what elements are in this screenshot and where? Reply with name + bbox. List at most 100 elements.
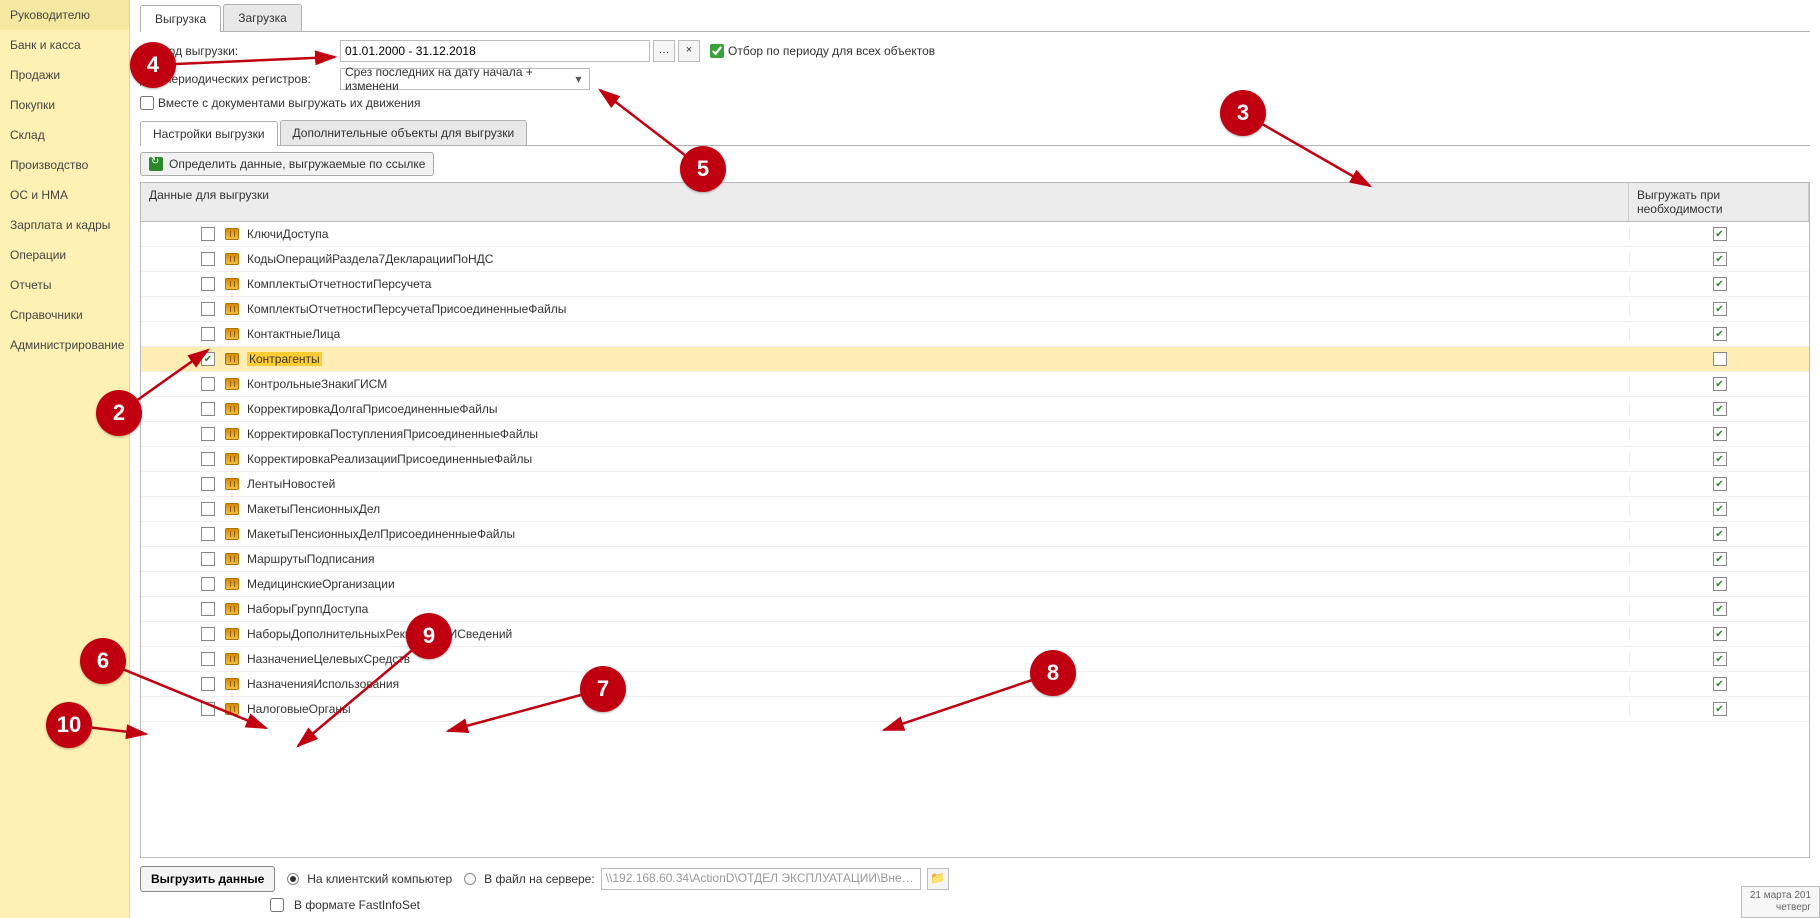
filter-period-all-label: Отбор по периоду для всех объектов xyxy=(728,44,935,58)
row-necessity-checkbox[interactable] xyxy=(1713,277,1727,291)
row-select-checkbox[interactable] xyxy=(201,277,215,291)
sidebar-item-payroll[interactable]: Зарплата и кадры xyxy=(0,210,129,240)
row-necessity-checkbox[interactable] xyxy=(1713,252,1727,266)
table-row[interactable]: КомплектыОтчетностиПерсучета xyxy=(141,272,1809,297)
row-select-checkbox[interactable] xyxy=(201,577,215,591)
row-necessity-checkbox[interactable] xyxy=(1713,352,1727,366)
row-necessity-checkbox[interactable] xyxy=(1713,702,1727,716)
row-necessity-checkbox[interactable] xyxy=(1713,577,1727,591)
tab-import[interactable]: Загрузка xyxy=(223,4,302,31)
table-row[interactable]: ЛентыНовостей xyxy=(141,472,1809,497)
sidebar-item-warehouse[interactable]: Склад xyxy=(0,120,129,150)
row-necessity-checkbox[interactable] xyxy=(1713,377,1727,391)
row-select-checkbox[interactable] xyxy=(201,702,215,716)
row-select-checkbox[interactable] xyxy=(201,402,215,416)
table-row[interactable]: НалоговыеОрганы xyxy=(141,697,1809,722)
row-necessity-checkbox[interactable] xyxy=(1713,427,1727,441)
row-select-checkbox[interactable] xyxy=(201,477,215,491)
row-select-checkbox[interactable] xyxy=(201,252,215,266)
table-row[interactable]: КорректировкаДолгаПрисоединенныеФайлы xyxy=(141,397,1809,422)
row-select-checkbox[interactable] xyxy=(201,552,215,566)
radio-server-label: В файл на сервере: xyxy=(484,872,595,886)
row-necessity-checkbox[interactable] xyxy=(1713,602,1727,616)
catalog-icon xyxy=(225,578,239,590)
sidebar-item-assets[interactable]: ОС и НМА xyxy=(0,180,129,210)
sidebar-item-purchases[interactable]: Покупки xyxy=(0,90,129,120)
row-select-checkbox[interactable] xyxy=(201,227,215,241)
annotation-marker-6: 6 xyxy=(80,638,126,684)
row-select-checkbox[interactable] xyxy=(201,527,215,541)
table-row[interactable]: КонтрольныеЗнакиГИСМ xyxy=(141,372,1809,397)
row-label: КомплектыОтчетностиПерсучетаПрисоединенн… xyxy=(247,302,566,316)
filter-period-all-checkbox[interactable] xyxy=(710,44,724,58)
row-necessity-checkbox[interactable] xyxy=(1713,452,1727,466)
row-label: КорректировкаПоступленияПрисоединенныеФа… xyxy=(247,427,538,441)
tab-settings[interactable]: Настройки выгрузки xyxy=(140,121,278,146)
sidebar-item-operations[interactable]: Операции xyxy=(0,240,129,270)
row-select-checkbox[interactable] xyxy=(201,452,215,466)
table-row[interactable]: КорректировкаРеализацииПрисоединенныеФай… xyxy=(141,447,1809,472)
table-row[interactable]: Контрагенты xyxy=(141,347,1809,372)
sidebar-item-bank[interactable]: Банк и касса xyxy=(0,30,129,60)
row-select-checkbox[interactable] xyxy=(201,352,215,366)
row-select-checkbox[interactable] xyxy=(201,377,215,391)
fastinfoset-checkbox[interactable] xyxy=(270,898,284,912)
row-necessity-checkbox[interactable] xyxy=(1713,302,1727,316)
table-row[interactable]: КодыОперацийРаздела7ДекларацииПоНДС xyxy=(141,247,1809,272)
row-necessity-checkbox[interactable] xyxy=(1713,652,1727,666)
table-row[interactable]: НазначенияИспользования xyxy=(141,672,1809,697)
row-select-checkbox[interactable] xyxy=(201,602,215,616)
row-necessity-checkbox[interactable] xyxy=(1713,677,1727,691)
server-path-input[interactable]: \\192.168.60.34\ActionD\ОТДЕЛ ЭКСПЛУАТАЦ… xyxy=(601,868,921,890)
sidebar-item-manager[interactable]: Руководителю xyxy=(0,0,129,30)
tab-export[interactable]: Выгрузка xyxy=(140,5,221,32)
period-choose-button[interactable]: … xyxy=(653,40,675,62)
export-movements-checkbox[interactable] xyxy=(140,96,154,110)
annotation-marker-2: 2 xyxy=(96,390,142,436)
table-row[interactable]: НаборыГруппДоступа xyxy=(141,597,1809,622)
table-row[interactable]: КорректировкаПоступленияПрисоединенныеФа… xyxy=(141,422,1809,447)
tab-additional-objects[interactable]: Дополнительные объекты для выгрузки xyxy=(280,120,528,145)
table-row[interactable]: КлючиДоступа xyxy=(141,222,1809,247)
refresh-icon xyxy=(149,157,163,171)
periodic-reg-select[interactable]: Срез последних на дату начала + изменени… xyxy=(340,68,590,90)
row-select-checkbox[interactable] xyxy=(201,327,215,341)
table-row[interactable]: МакетыПенсионныхДел xyxy=(141,497,1809,522)
sidebar-item-sales[interactable]: Продажи xyxy=(0,60,129,90)
row-necessity-checkbox[interactable] xyxy=(1713,477,1727,491)
radio-server-file[interactable] xyxy=(464,873,476,885)
row-necessity-checkbox[interactable] xyxy=(1713,327,1727,341)
row-label: МаршрутыПодписания xyxy=(247,552,375,566)
export-data-button[interactable]: Выгрузить данные xyxy=(140,866,275,892)
table-row[interactable]: МедицинскиеОрганизации xyxy=(141,572,1809,597)
row-necessity-checkbox[interactable] xyxy=(1713,627,1727,641)
browse-file-button[interactable]: 📁 xyxy=(927,868,949,890)
row-select-checkbox[interactable] xyxy=(201,627,215,641)
sidebar-item-reports[interactable]: Отчеты xyxy=(0,270,129,300)
row-necessity-checkbox[interactable] xyxy=(1713,227,1727,241)
radio-client-computer[interactable] xyxy=(287,873,299,885)
row-select-checkbox[interactable] xyxy=(201,302,215,316)
table-row[interactable]: НазначениеЦелевыхСредств xyxy=(141,647,1809,672)
catalog-icon xyxy=(225,678,239,690)
table-row[interactable]: МакетыПенсионныхДелПрисоединенныеФайлы xyxy=(141,522,1809,547)
period-input[interactable] xyxy=(340,40,650,62)
row-select-checkbox[interactable] xyxy=(201,427,215,441)
row-select-checkbox[interactable] xyxy=(201,652,215,666)
row-select-checkbox[interactable] xyxy=(201,677,215,691)
row-necessity-checkbox[interactable] xyxy=(1713,527,1727,541)
table-row[interactable]: КонтактныеЛица xyxy=(141,322,1809,347)
sidebar-item-production[interactable]: Производство xyxy=(0,150,129,180)
row-select-checkbox[interactable] xyxy=(201,502,215,516)
table-row[interactable]: КомплектыОтчетностиПерсучетаПрисоединенн… xyxy=(141,297,1809,322)
sidebar-item-admin[interactable]: Администрирование xyxy=(0,330,129,360)
table-row[interactable]: НаборыДополнительныхРеквизитовИСведений xyxy=(141,622,1809,647)
row-necessity-checkbox[interactable] xyxy=(1713,502,1727,516)
row-necessity-checkbox[interactable] xyxy=(1713,552,1727,566)
sidebar-item-catalogs[interactable]: Справочники xyxy=(0,300,129,330)
detect-by-link-button[interactable]: Определить данные, выгружаемые по ссылке xyxy=(140,152,434,176)
period-clear-button[interactable]: × xyxy=(678,40,700,62)
row-necessity-checkbox[interactable] xyxy=(1713,402,1727,416)
catalog-icon xyxy=(225,328,239,340)
table-row[interactable]: МаршрутыПодписания xyxy=(141,547,1809,572)
